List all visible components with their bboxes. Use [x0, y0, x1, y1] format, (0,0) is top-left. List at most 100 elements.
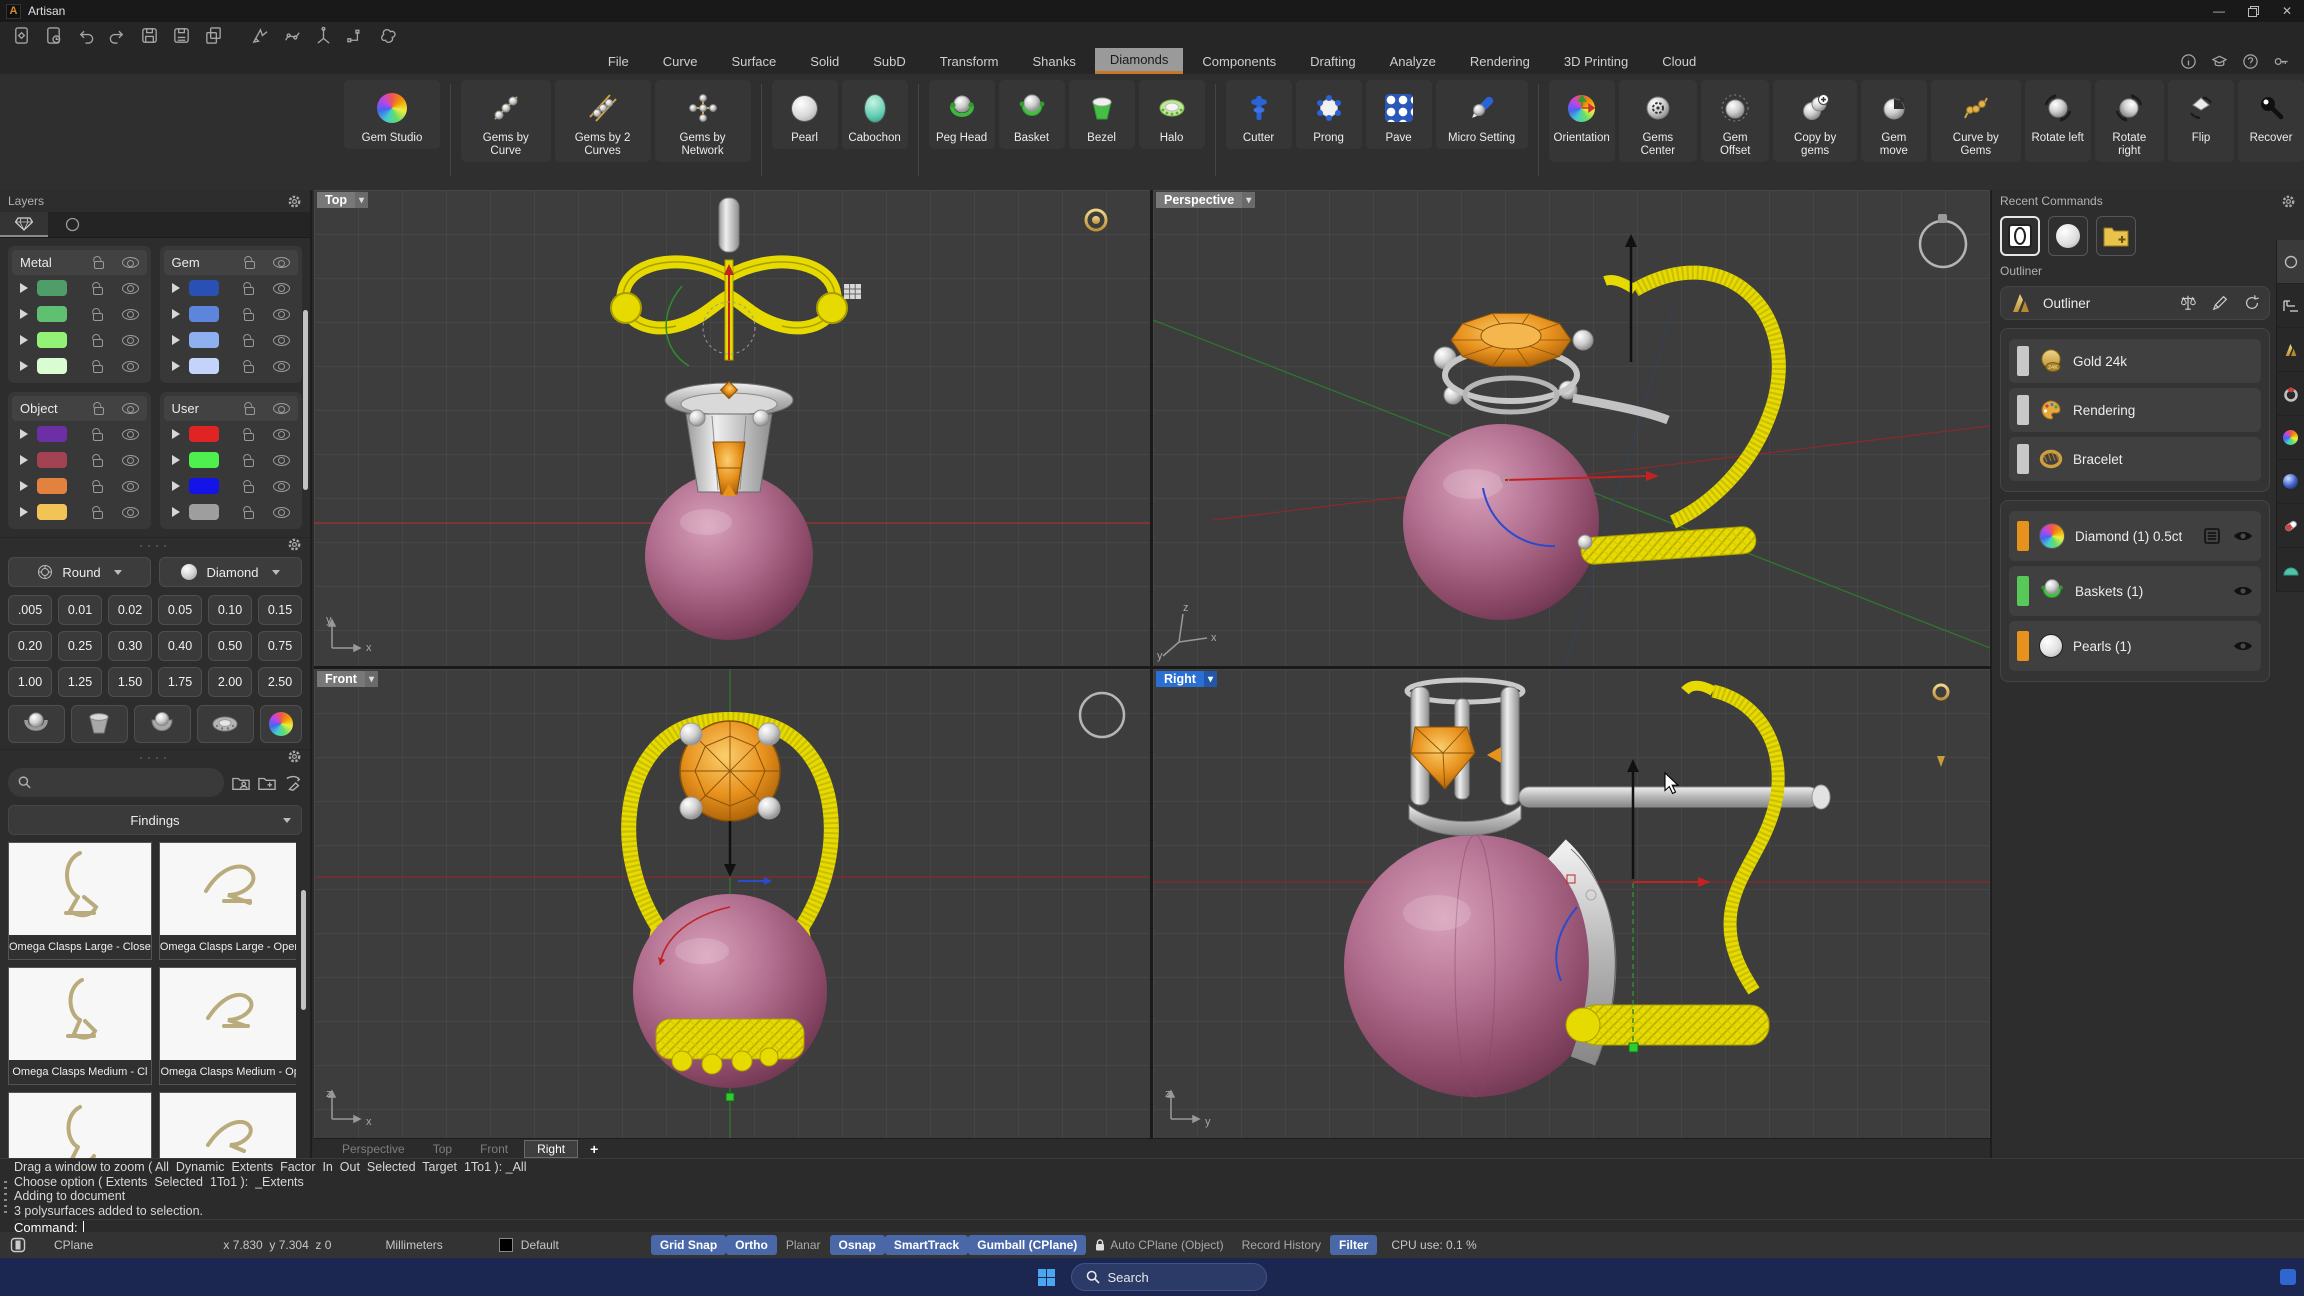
color-swatch[interactable]: [37, 426, 67, 442]
ribbon-button-curve-by-gems[interactable]: Curve by Gems: [1931, 80, 2021, 162]
curve-edit-icon[interactable]: [282, 26, 301, 45]
lock-icon[interactable]: [244, 313, 254, 321]
sync-icon[interactable]: [2243, 294, 2261, 312]
finding-item[interactable]: Omega Clasps Medium - Cl: [8, 967, 152, 1085]
save-as-icon[interactable]: [172, 26, 191, 45]
viewport-top-label[interactable]: Top▾: [317, 192, 368, 208]
maximize-button[interactable]: [2236, 0, 2270, 22]
eye-icon[interactable]: [273, 257, 290, 268]
layer-row[interactable]: [164, 447, 299, 473]
ribbon-button-gems-by-curve[interactable]: Gems by Curve: [461, 80, 551, 162]
sketch-tool-icon[interactable]: [250, 26, 269, 45]
play-triangle-icon[interactable]: [20, 429, 28, 439]
command-grip[interactable]: [4, 1181, 7, 1215]
tab-front[interactable]: Front: [468, 1140, 520, 1158]
eye-icon[interactable]: [273, 403, 290, 414]
setting-style-peg-button[interactable]: [8, 705, 65, 743]
menu-surface[interactable]: Surface: [716, 48, 791, 74]
lock-icon[interactable]: [93, 339, 103, 347]
size-button[interactable]: 1.50: [108, 667, 152, 697]
eye-icon[interactable]: [273, 429, 290, 440]
lock-icon[interactable]: [244, 287, 254, 295]
panel-splitter[interactable]: ····: [0, 537, 310, 551]
cplane-label[interactable]: CPlane: [54, 1238, 93, 1252]
ribbon-button-copy-by-gems[interactable]: Copy by gems: [1773, 80, 1856, 162]
size-button[interactable]: 2.00: [208, 667, 252, 697]
toggle-gumball[interactable]: Gumball (CPlane): [968, 1235, 1086, 1255]
lock-icon[interactable]: [93, 313, 103, 321]
lock-icon[interactable]: [244, 511, 254, 519]
color-swatch[interactable]: [189, 478, 219, 494]
open-file-icon[interactable]: [44, 26, 63, 45]
play-triangle-icon[interactable]: [20, 455, 28, 465]
toggle-ortho[interactable]: Ortho: [726, 1235, 777, 1255]
ribbon-button-flip[interactable]: Flip: [2168, 80, 2234, 162]
eye-icon[interactable]: [273, 335, 290, 346]
play-triangle-icon[interactable]: [172, 309, 180, 319]
layer-group-header[interactable]: Object: [12, 396, 147, 421]
tab-pin[interactable]: [2277, 240, 2304, 284]
current-layer-swatch[interactable]: [499, 1238, 513, 1252]
size-button[interactable]: 0.20: [8, 631, 52, 661]
ribbon-button-gems-by-network[interactable]: Gems by Network: [655, 80, 751, 162]
grid-toggle-icon[interactable]: [10, 1237, 26, 1253]
size-button[interactable]: 2.50: [258, 667, 302, 697]
toggle-filter[interactable]: Filter: [1330, 1235, 1377, 1255]
tab-gem-dark[interactable]: [2277, 460, 2304, 504]
eye-icon[interactable]: [2233, 529, 2253, 543]
size-button[interactable]: 1.75: [158, 667, 202, 697]
ribbon-button-gem-move[interactable]: Gem move: [1861, 80, 1927, 162]
info-icon[interactable]: [2180, 53, 2197, 70]
color-swatch[interactable]: [189, 306, 219, 322]
recent-command-new-folder[interactable]: [2096, 216, 2136, 256]
play-triangle-icon[interactable]: [20, 335, 28, 345]
tab-artisan[interactable]: [2277, 328, 2304, 372]
license-key-icon[interactable]: [2273, 53, 2290, 70]
panel-splitter[interactable]: ····: [0, 749, 310, 763]
lock-icon[interactable]: [244, 459, 254, 467]
size-button[interactable]: 0.40: [158, 631, 202, 661]
size-button[interactable]: 0.10: [208, 595, 252, 625]
viewport-front-label[interactable]: Front▾: [317, 671, 378, 687]
menu-cloud[interactable]: Cloud: [1647, 48, 1711, 74]
search-field[interactable]: [38, 776, 215, 790]
findings-scrollbar[interactable]: [301, 890, 306, 1010]
color-swatch[interactable]: [37, 504, 67, 520]
lock-icon[interactable]: [245, 261, 255, 269]
learn-icon[interactable]: [2211, 53, 2228, 70]
ribbon-button-recover[interactable]: Recover: [2238, 80, 2304, 162]
layers-settings-gear-icon[interactable]: [287, 194, 302, 209]
tab-shank[interactable]: [2277, 372, 2304, 416]
play-triangle-icon[interactable]: [20, 309, 28, 319]
ribbon-button-pearl[interactable]: Pearl: [772, 80, 838, 149]
menu-analyze[interactable]: Analyze: [1375, 48, 1451, 74]
ribbon-button-rotate-right[interactable]: Rotate right: [2095, 80, 2164, 162]
lock-icon[interactable]: [244, 339, 254, 347]
eye-icon[interactable]: [273, 455, 290, 466]
new-file-icon[interactable]: [12, 26, 31, 45]
lock-icon[interactable]: [93, 287, 103, 295]
notification-icon[interactable]: [2280, 1269, 2296, 1285]
size-button[interactable]: 0.50: [208, 631, 252, 661]
minimize-button[interactable]: —: [2202, 0, 2236, 22]
eye-icon[interactable]: [2233, 639, 2253, 653]
viewport-right[interactable]: Right▾ y z: [1153, 669, 1990, 1138]
color-swatch[interactable]: [189, 426, 219, 442]
menu-components[interactable]: Components: [1187, 48, 1291, 74]
ribbon-button-bezel[interactable]: Bezel: [1069, 80, 1135, 149]
color-swatch[interactable]: [189, 280, 219, 296]
findings-search-input[interactable]: [8, 768, 224, 797]
layer-row[interactable]: [12, 275, 147, 301]
gear-icon[interactable]: [287, 537, 302, 552]
tab-layers-diamond[interactable]: [0, 212, 48, 237]
ribbon-button-gems-center[interactable]: Gems Center: [1619, 80, 1697, 162]
gear-icon[interactable]: [287, 749, 302, 764]
outliner-item-baskets[interactable]: Baskets (1): [2009, 566, 2261, 616]
lock-icon[interactable]: [94, 261, 104, 269]
size-button[interactable]: .005: [8, 595, 52, 625]
layer-row[interactable]: [12, 327, 147, 353]
undo-icon[interactable]: [76, 26, 95, 45]
finding-item[interactable]: Omega Clasps Medium - Op: [159, 967, 296, 1085]
eye-icon[interactable]: [122, 335, 139, 346]
hand-pick-icon[interactable]: [284, 774, 302, 792]
